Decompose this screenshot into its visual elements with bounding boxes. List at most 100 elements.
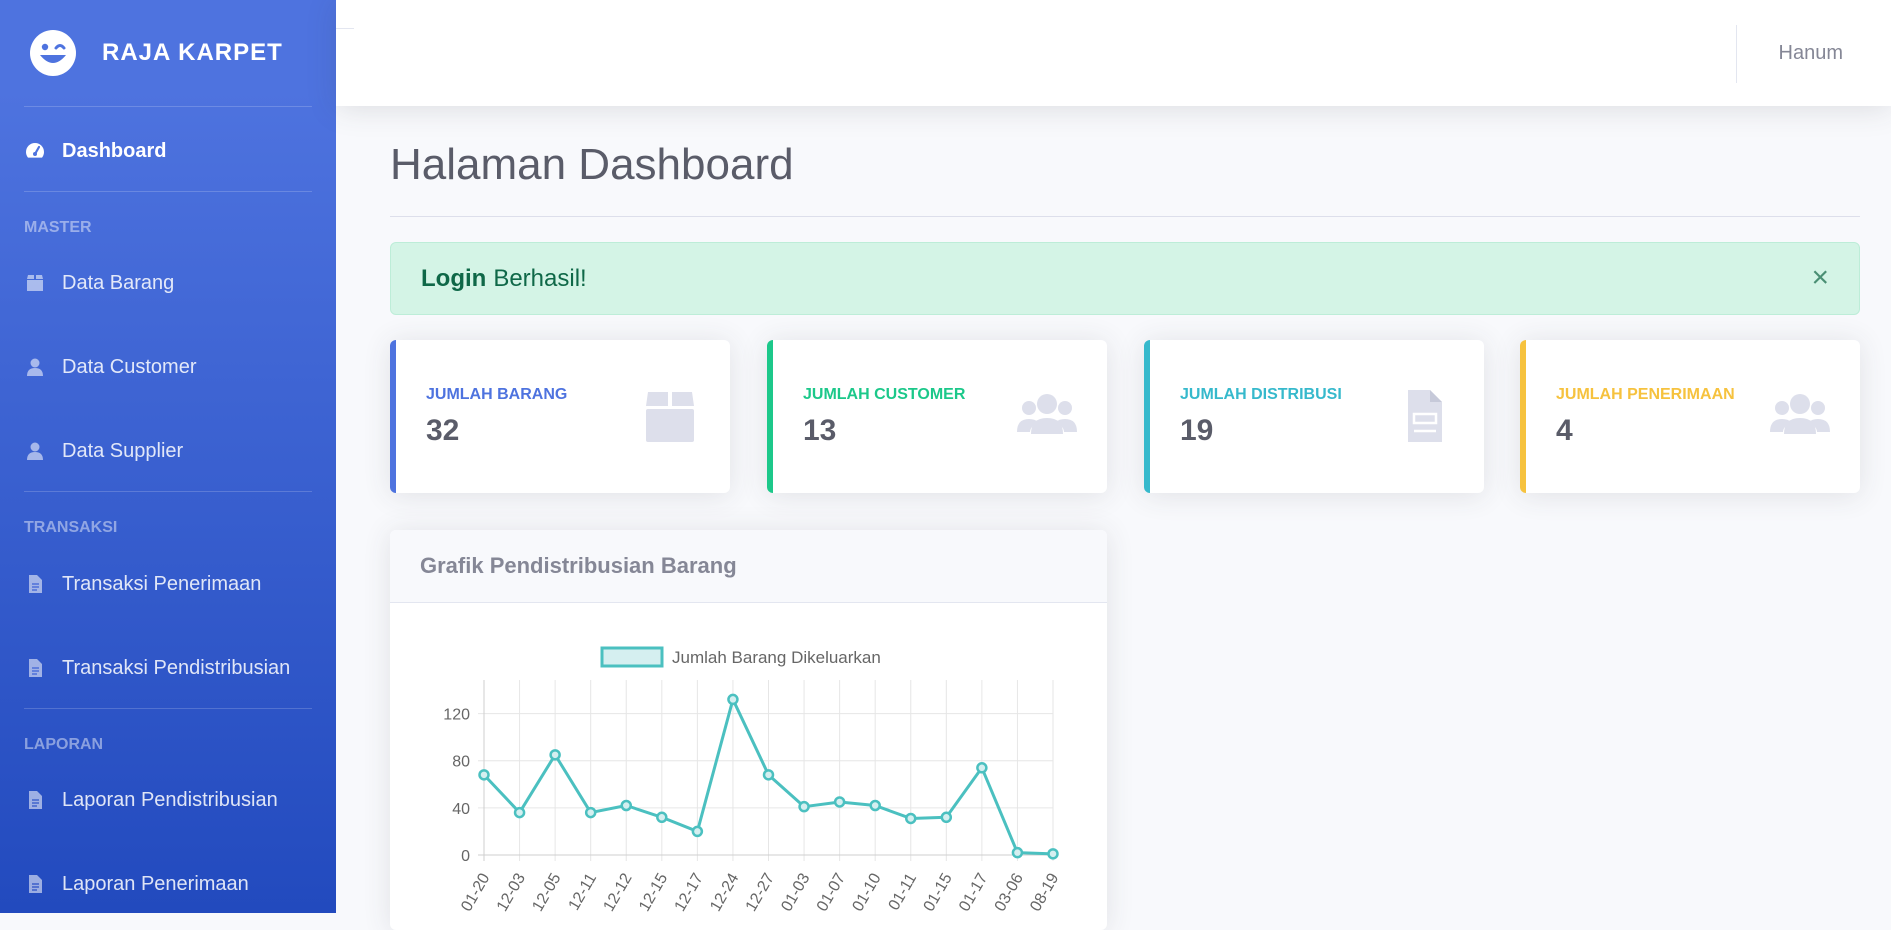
chart-x-tick-label: 03-06 [992, 870, 1027, 914]
user-icon [24, 440, 46, 462]
stat-card-value: 32 [426, 414, 460, 447]
stat-card-penerimaan: JUMLAH PENERIMAAN 4 [1520, 340, 1860, 493]
chart-card: Grafik Pendistribusian Barang 0 40 80 120 Ju… [390, 530, 1107, 930]
file-icon [24, 789, 46, 811]
chart-data-point [869, 799, 881, 812]
tachometer-icon [24, 140, 46, 162]
chart-x-tick-label: 01-07 [814, 870, 849, 914]
user-menu[interactable]: Hanum [1779, 42, 1843, 65]
chart-data-point [584, 806, 597, 819]
chart-data-point [1047, 848, 1059, 860]
sidebar-item-label: Data Customer [62, 355, 197, 378]
user-icon [24, 356, 46, 378]
sidebar-heading-master: MASTER [24, 219, 92, 236]
sidebar-item-data-supplier[interactable]: Data Supplier [24, 431, 183, 471]
topbar-tab-edge [336, 0, 354, 29]
chart-data-point [513, 806, 526, 819]
chart-data-point [905, 812, 917, 825]
brand[interactable]: RAJA KARPET [28, 28, 283, 78]
stat-card-distribusi: JUMLAH DISTRIBUSI 19 [1144, 340, 1484, 493]
sidebar-item-laporan-pendistribusian[interactable]: Laporan Pendistribusian [24, 780, 278, 820]
file-icon [24, 873, 46, 895]
sidebar-item-dashboard[interactable]: Dashboard [24, 131, 166, 171]
chart-x-tick-label: 12-05 [529, 870, 564, 914]
chart-y-tick-label: 40 [452, 801, 470, 818]
laugh-wink-icon [28, 28, 78, 78]
chart-x-tick-label: 01-15 [921, 870, 956, 914]
chart-legend-label: Jumlah Barang Dikeluarkan [672, 648, 881, 667]
chart-data-point [478, 769, 490, 781]
stat-card-barang: JUMLAH BARANG 32 [390, 340, 730, 493]
chart-data-point [656, 811, 668, 824]
stat-card-customer: JUMLAH CUSTOMER 13 [767, 340, 1107, 493]
chart-x-tick-label: 12-17 [672, 870, 707, 914]
box-icon [24, 272, 46, 294]
chart-data-point [549, 749, 561, 761]
page-title: Halaman Dashboard [390, 140, 794, 189]
sidebar-item-label: Data Barang [62, 271, 175, 294]
chart-data-point [691, 825, 704, 838]
chart-x-tick-label: 01-10 [849, 870, 884, 914]
stat-card-label: JUMLAH BARANG [426, 386, 568, 403]
sidebar-item-label: Laporan Pendistribusian [62, 788, 278, 811]
stat-card-label: JUMLAH PENERIMAAN [1556, 386, 1735, 403]
box-icon [640, 388, 700, 444]
stat-card-value: 13 [803, 414, 837, 447]
sidebar-item-transaksi-pendistribusian[interactable]: Transaksi Pendistribusian [24, 648, 290, 688]
sidebar-item-label: Data Supplier [62, 439, 184, 462]
sidebar-heading-laporan: LAPORAN [24, 736, 104, 753]
line-chart: 04080120Jumlah Barang Dikeluarkan01-20 12… [443, 646, 1063, 914]
stat-card-label: JUMLAH CUSTOMER [803, 386, 966, 403]
chart-x-tick-label: 12-12 [601, 870, 636, 914]
sidebar-divider [24, 491, 312, 492]
file-invoice-icon [1394, 388, 1454, 444]
chart-data-point [620, 799, 632, 812]
stat-card-value: 19 [1180, 414, 1214, 447]
brand-name: RAJA KARPET [102, 39, 283, 66]
chart-x-tick-label: 01-03 [778, 870, 813, 914]
chart-data-point [727, 693, 739, 706]
sidebar-item-label: Dashboard [62, 139, 167, 162]
sidebar-divider [24, 191, 312, 192]
chart-x-tick-label: 12-27 [743, 870, 778, 914]
sidebar: RAJA KARPET Dashboard MASTER Data Barang… [0, 0, 336, 913]
chart-legend-swatch [600, 646, 664, 668]
users-icon [1770, 388, 1830, 444]
sidebar-item-transaksi-penerimaan[interactable]: Transaksi Penerimaan [24, 564, 261, 604]
chart-data-point [976, 762, 988, 774]
file-icon [24, 657, 46, 679]
close-icon[interactable]: × [1811, 263, 1829, 293]
sidebar-item-laporan-penerimaan[interactable]: Laporan Penerimaan [24, 864, 249, 904]
chart-y-tick-label: 0 [461, 848, 470, 865]
chart-data-point [1011, 846, 1024, 859]
users-icon [1017, 388, 1077, 444]
chart-x-tick-label: 12-03 [494, 870, 529, 914]
sidebar-item-label: Transaksi Pendistribusian [62, 656, 291, 679]
sidebar-divider [24, 708, 312, 709]
chart-x-tick-label: 01-20 [458, 870, 493, 914]
topbar-divider [1736, 25, 1737, 83]
chart-data-point [798, 800, 810, 813]
sidebar-item-label: Laporan Penerimaan [62, 872, 249, 895]
sidebar-item-data-barang[interactable]: Data Barang [24, 263, 174, 303]
chart-data-point [762, 769, 775, 781]
chart-data-point [940, 811, 953, 824]
sidebar-item-data-customer[interactable]: Data Customer [24, 347, 197, 387]
sidebar-divider [24, 106, 312, 107]
chart-x-tick-label: 12-11 [566, 870, 601, 913]
stat-card-value: 4 [1556, 414, 1573, 447]
alert-text: Berhasil! [493, 264, 587, 292]
file-icon [24, 573, 46, 595]
sidebar-heading-transaksi: TRANSAKSI [24, 519, 118, 536]
chart-x-tick-label: 01-11 [886, 870, 921, 913]
alert-bold-text: Login [421, 264, 487, 292]
chart-x-tick-label: 12-15 [636, 870, 671, 914]
chart-data-point [833, 796, 846, 808]
chart-x-tick-label: 12-24 [707, 870, 742, 914]
chart-y-tick-label: 120 [443, 707, 470, 724]
topbar: Hanum [336, 0, 1891, 106]
chart-y-tick-label: 80 [452, 754, 470, 771]
chart-x-tick-label: 01-17 [956, 870, 991, 914]
page-title-divider [390, 216, 1860, 217]
stat-card-label: JUMLAH DISTRIBUSI [1180, 386, 1342, 403]
